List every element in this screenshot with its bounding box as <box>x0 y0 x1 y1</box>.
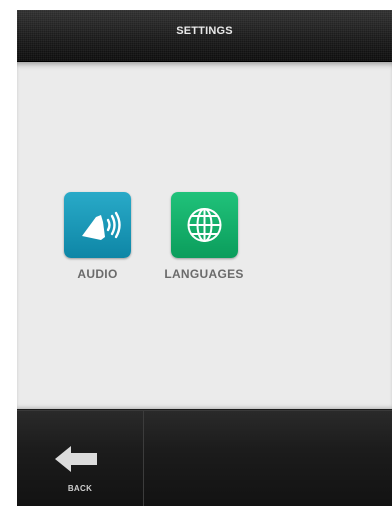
back-button[interactable]: BACK <box>17 411 143 506</box>
audio-tile-icon[interactable] <box>64 192 131 258</box>
languages-label: LANGUAGES <box>164 267 244 281</box>
header-bar: SETTINGS <box>17 10 392 62</box>
audio-label: AUDIO <box>77 267 118 281</box>
globe-icon <box>187 208 221 242</box>
speaker-icon <box>82 211 121 240</box>
back-arrow-icon <box>55 446 97 472</box>
footer-bar: BACK <box>17 410 392 506</box>
back-label: BACK <box>67 484 93 493</box>
audio-tile[interactable]: AUDIO <box>64 192 131 281</box>
settings-content: AUDIO LANGUAGES <box>17 62 392 409</box>
settings-screen: SETTINGS AUDIO LANGUAGES BACK <box>17 10 392 506</box>
languages-tile-icon[interactable] <box>170 192 238 258</box>
footer-divider <box>143 411 144 506</box>
page-title: SETTINGS <box>176 25 233 37</box>
languages-tile[interactable]: LANGUAGES <box>154 192 254 281</box>
